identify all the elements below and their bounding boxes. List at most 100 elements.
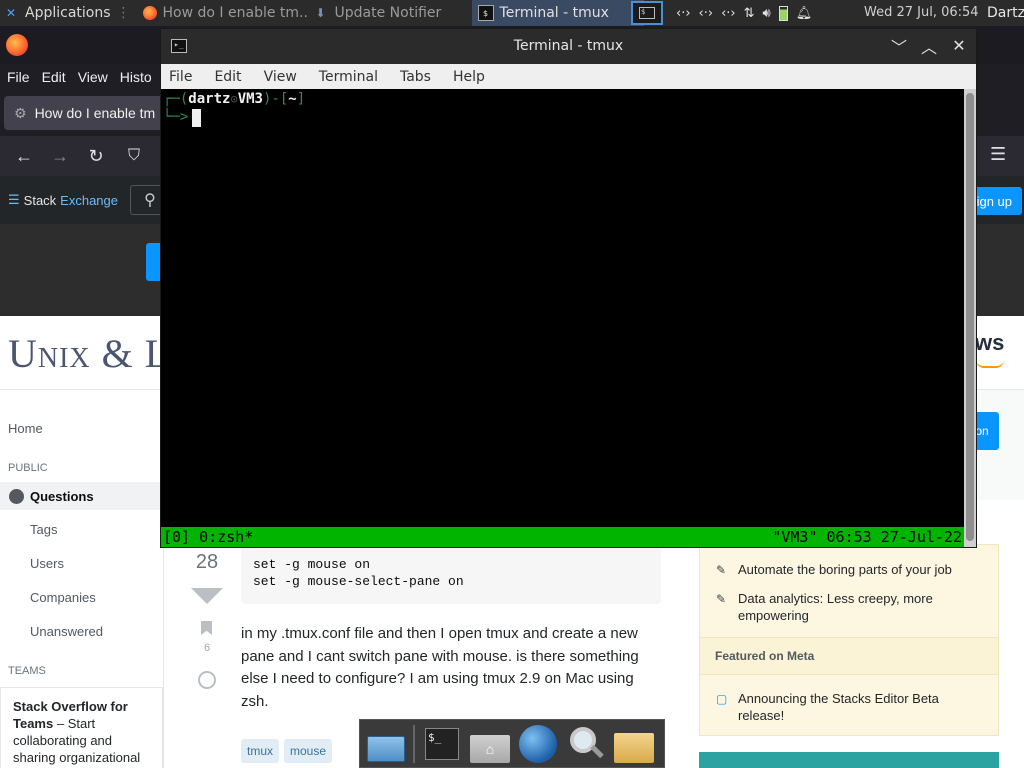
featured-meta-heading: Featured on Meta — [700, 637, 998, 675]
sidebar-item-questions[interactable]: Questions — [0, 482, 163, 510]
blog-item[interactable]: ✎ Data analytics: Less creepy, more empo… — [716, 590, 986, 624]
terminal-scrollbar[interactable] — [964, 89, 976, 547]
back-icon[interactable]: ← — [12, 144, 36, 168]
close-icon[interactable]: ✕ — [948, 35, 970, 57]
scrollbar-thumb[interactable] — [966, 93, 974, 541]
menu-view[interactable]: View — [78, 69, 108, 85]
prompt-dir: ~ — [288, 91, 297, 107]
aws-smile-icon — [976, 360, 1004, 368]
network-icon[interactable]: ‹·› — [699, 6, 714, 21]
search-icon[interactable] — [565, 723, 607, 765]
sidebar-item-label: Questions — [30, 488, 94, 504]
sidebar-item-companies[interactable]: Companies — [30, 590, 96, 605]
sidebar-item-tags[interactable]: Tags — [30, 522, 57, 537]
site-logo[interactable]: Unix & L — [8, 330, 170, 377]
tmux-status-bar: [0] 0:zsh* "VM3" 06:53 27-Jul-22 — [161, 527, 964, 547]
firefox-menubar: File Edit View Histo — [0, 64, 152, 90]
forward-icon[interactable]: → — [48, 144, 72, 168]
sponsor-ad[interactable]: ws — [975, 330, 1004, 356]
update-icon: ⬇ — [315, 6, 326, 20]
reload-icon[interactable]: ↻ — [84, 144, 108, 168]
tmux-status-right: "VM3" 06:53 27-Jul-22 — [772, 528, 962, 546]
stackexchange-icon: ☰ — [8, 192, 20, 207]
terminal-titlebar[interactable]: ▸_ Terminal - tmux ﹀ ︿ ✕ — [161, 29, 976, 64]
site-favicon-icon: ⚙ — [14, 104, 27, 121]
terminal-window: ▸_ Terminal - tmux ﹀ ︿ ✕ File Edit View … — [160, 28, 977, 548]
menu-tabs[interactable]: Tabs — [400, 69, 431, 85]
notification-bell-icon[interactable]: 🔔︎ — [796, 6, 813, 21]
network-icon[interactable]: ‹·› — [676, 6, 691, 21]
menu-file[interactable]: File — [169, 69, 192, 85]
sidebar-item-unanswered[interactable]: Unanswered — [30, 624, 103, 639]
tmux-window-list[interactable]: [0] 0:zsh* — [163, 527, 253, 547]
taskbar-item-label: Update Notifier — [334, 5, 442, 21]
tag-mouse[interactable]: mouse — [284, 739, 333, 763]
prompt-user: dartz — [188, 91, 231, 107]
browser-tab[interactable]: ⚙ How do I enable tm — [4, 96, 164, 130]
menu-help[interactable]: Help — [453, 69, 485, 85]
volume-icon[interactable]: 🔊︎ — [763, 6, 771, 21]
system-tray: ‹·› ‹·› ‹·› ⇅ 🔊︎ 🔔︎ — [676, 0, 812, 26]
history-icon[interactable] — [198, 671, 216, 689]
pencil-icon: ✎ — [716, 563, 727, 577]
prompt-host: VM3 — [237, 91, 263, 107]
stackexchange-logo[interactable]: ☰ Stack Exchange — [8, 192, 118, 208]
home-folder-icon[interactable]: ⌂ — [469, 723, 511, 765]
pencil-icon: ✎ — [716, 592, 727, 606]
applications-menu[interactable]: ✕ Applications ⋮ — [0, 0, 137, 26]
top-panel: ✕ Applications ⋮ How do I enable tm... ⬇… — [0, 0, 1024, 26]
terminal-icon[interactable]: $_ — [421, 723, 463, 765]
tag-tmux[interactable]: tmux — [241, 739, 280, 763]
window-title: Terminal - tmux — [513, 38, 624, 54]
show-desktop-icon[interactable] — [365, 723, 407, 765]
folder-icon[interactable] — [613, 723, 655, 765]
user-menu[interactable]: Dartz — [987, 5, 1024, 21]
bookmark-icon[interactable] — [201, 621, 212, 635]
left-sidebar: Home PUBLIC Questions Tags Users Compani… — [0, 390, 164, 768]
transfer-icon[interactable]: ⇅ — [744, 6, 755, 21]
blog-item[interactable]: ✎ Automate the boring parts of your job — [716, 561, 986, 578]
speech-bubble-icon: ▢ — [716, 692, 728, 706]
teams-promo-card: Stack Overflow for Teams – Start collabo… — [0, 687, 163, 768]
meta-item[interactable]: ▢ Announcing the Stacks Editor Beta rele… — [716, 690, 986, 724]
next-widget — [699, 752, 999, 768]
applications-label: Applications — [25, 5, 111, 21]
workspace-switcher[interactable]: $ — [631, 1, 663, 25]
code-block: set -g mouse on set -g mouse-select-pane… — [241, 544, 661, 604]
sidebar-item-users[interactable]: Users — [30, 556, 64, 571]
menu-edit[interactable]: Edit — [42, 69, 66, 85]
menu-edit[interactable]: Edit — [214, 69, 241, 85]
minimize-icon[interactable]: ﹀ — [888, 35, 910, 57]
shield-icon[interactable]: ⛉ — [122, 144, 146, 168]
taskbar-item-label: How do I enable tm... — [162, 5, 307, 21]
bookmark-count: 6 — [203, 642, 211, 654]
terminal-output[interactable]: ┌─(dartz⊙VM3)-[~] └─> — [161, 89, 964, 527]
terminal-icon: $ — [477, 5, 494, 21]
menu-file[interactable]: File — [7, 69, 30, 85]
tab-title: How do I enable tm — [34, 105, 156, 121]
taskbar-item-terminal[interactable]: $ Terminal - tmux — [471, 0, 644, 26]
globe-icon — [9, 488, 24, 504]
app-menu-icon[interactable]: ☰ — [990, 144, 1006, 165]
sidebar-item-home[interactable]: Home — [8, 421, 43, 436]
terminal-menubar: File Edit View Terminal Tabs Help — [161, 64, 976, 89]
clock[interactable]: Wed 27 Jul, 06:54 — [864, 5, 979, 20]
maximize-icon[interactable]: ︿ — [918, 35, 940, 57]
question-body: in my .tmux.conf file and then I open tm… — [241, 625, 639, 710]
menu-history[interactable]: Histo — [120, 69, 152, 85]
sidebar-heading-public: PUBLIC — [8, 462, 48, 474]
menu-view[interactable]: View — [264, 69, 297, 85]
vote-count: 28 — [195, 551, 219, 573]
firefox-icon — [142, 5, 157, 21]
network-icon[interactable]: ‹·› — [721, 6, 736, 21]
menu-terminal[interactable]: Terminal — [319, 69, 378, 85]
sidebar-heading-teams: TEAMS — [8, 665, 46, 677]
battery-icon[interactable] — [778, 5, 788, 21]
terminal-cursor — [192, 109, 201, 127]
dock: $_ ⌂ — [359, 719, 665, 768]
taskbar-item-firefox[interactable]: How do I enable tm... — [137, 0, 307, 26]
taskbar-item-update-notifier[interactable]: ⬇ Update Notifier — [307, 0, 472, 26]
downvote-icon[interactable] — [191, 588, 223, 604]
web-browser-icon[interactable] — [517, 723, 559, 765]
blog-meta-widget: ✎ Automate the boring parts of your job … — [699, 544, 999, 736]
